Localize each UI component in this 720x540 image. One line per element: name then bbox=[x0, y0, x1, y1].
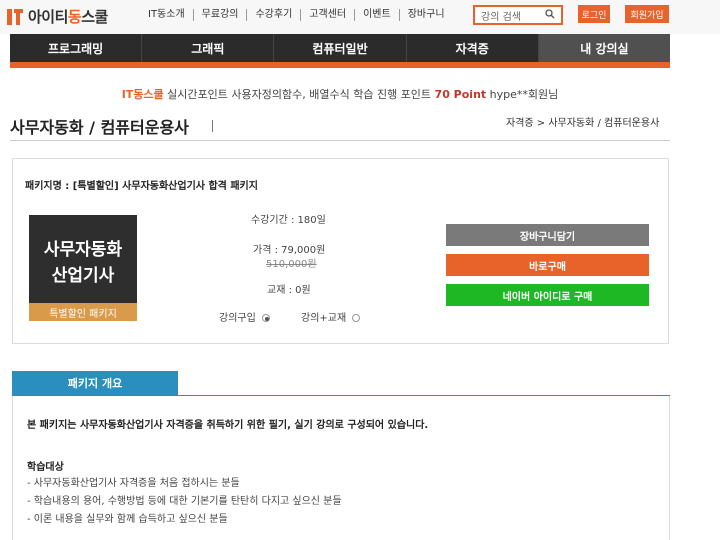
nav-graphics[interactable]: 그래픽 bbox=[142, 34, 275, 62]
top-link-support[interactable]: 고객센터 bbox=[301, 9, 356, 21]
option-lecture-textbook[interactable]: 강의+교재 bbox=[301, 309, 361, 324]
package-thumbnail: 사무자동화 산업기사 특별할인 패키지 bbox=[29, 215, 137, 321]
package-panel: 패키지명 : [특별할인] 사무자동화산업기사 합격 패키지 사무자동화 산업기… bbox=[12, 158, 669, 344]
search-icon[interactable] bbox=[545, 8, 555, 22]
title-rule bbox=[10, 140, 670, 141]
thumbnail-title-line1: 사무자동화 bbox=[43, 240, 123, 260]
top-link-events[interactable]: 이벤트 bbox=[355, 9, 400, 21]
option-lecture-label: 강의구입 bbox=[219, 313, 256, 324]
promo-banner: IT동스쿨 실시간포인트 사용자정의함수, 배열수식 학습 진행 포인트 70 … bbox=[0, 86, 680, 102]
package-period: 수강기간 : 180일 bbox=[251, 215, 326, 226]
top-links: IT동소개 무료강의 수강후기 고객센터 이벤트 장바구니 bbox=[140, 9, 453, 21]
top-header: 아이티동스쿨 IT동소개 무료강의 수강후기 고객센터 이벤트 장바구니 강의 … bbox=[0, 0, 720, 34]
breadcrumb[interactable]: 자격증 > 사무자동화 / 컴퓨터운용사 bbox=[506, 114, 659, 129]
package-price: 가격 : 79,000원 bbox=[253, 245, 326, 256]
top-link-about[interactable]: IT동소개 bbox=[140, 9, 194, 21]
top-link-cart[interactable]: 장바구니 bbox=[400, 9, 453, 21]
buy-now-button[interactable]: 바로구매 bbox=[446, 254, 649, 276]
logo-text: 아이티동스쿨 bbox=[28, 8, 108, 26]
top-link-free-lectures[interactable]: 무료강의 bbox=[194, 9, 248, 21]
thumbnail-title-line2: 산업기사 bbox=[51, 266, 115, 286]
promo-points: 70 Point bbox=[434, 88, 487, 101]
option-lecture[interactable]: 강의구입 bbox=[219, 309, 270, 324]
nav-my-classroom[interactable]: 내 강의실 bbox=[538, 34, 671, 62]
search-input[interactable]: 강의 검색 bbox=[473, 5, 563, 25]
nav-underline bbox=[10, 62, 670, 68]
nav-certificates[interactable]: 자격증 bbox=[407, 34, 539, 62]
thumbnail-badge: 특별할인 패키지 bbox=[29, 303, 137, 321]
promo-text: 실시간포인트 사용자정의함수, 배열수식 학습 진행 포인트 bbox=[163, 88, 435, 101]
package-textbook-price: 교재 : 0원 bbox=[267, 285, 311, 296]
package-original-price: 510,000원 bbox=[266, 259, 317, 270]
join-button[interactable]: 회원가입 bbox=[625, 5, 669, 23]
logo-icon bbox=[6, 7, 24, 27]
overview-panel: 본 패키지는 사무자동화산업기사 자격증을 취득하기 위한 필기, 실기 강의로… bbox=[12, 396, 670, 540]
naver-buy-button[interactable]: 네이버 아이디로 구매 bbox=[446, 284, 649, 306]
overview-target-title: 학습대상 bbox=[27, 462, 64, 473]
overview-target-item: - 학습내용의 용어, 수행방법 등에 대한 기본기를 탄탄히 다지고 싶으신 … bbox=[27, 496, 342, 507]
site-logo[interactable]: 아이티동스쿨 bbox=[6, 6, 108, 27]
nav-programming[interactable]: 프로그래밍 bbox=[10, 34, 143, 62]
search-placeholder: 강의 검색 bbox=[481, 11, 521, 23]
promo-brand: IT동스쿨 bbox=[121, 88, 164, 101]
promo-user: hype**회원님 bbox=[486, 88, 559, 101]
main-nav: 프로그래밍 그래픽 컴퓨터일반 자격증 내 강의실 bbox=[10, 34, 671, 62]
tab-package-overview[interactable]: 패키지 개요 bbox=[12, 371, 178, 395]
top-link-reviews[interactable]: 수강후기 bbox=[247, 9, 302, 21]
title-divider bbox=[212, 120, 213, 132]
package-name: 패키지명 : [특별할인] 사무자동화산업기사 합격 패키지 bbox=[25, 181, 258, 192]
overview-intro: 본 패키지는 사무자동화산업기사 자격증을 취득하기 위한 필기, 실기 강의로… bbox=[27, 420, 429, 431]
page-title: 사무자동화 / 컴퓨터운용사 bbox=[10, 118, 189, 137]
option-lecture-textbook-label: 강의+교재 bbox=[301, 313, 347, 324]
overview-target-item: - 사무자동화산업기사 자격증을 처음 접하시는 분들 bbox=[27, 478, 240, 489]
overview-target-item: - 이론 내용을 실무와 함께 습득하고 싶으신 분들 bbox=[27, 514, 228, 525]
option-lecture-radio[interactable] bbox=[261, 314, 270, 322]
add-to-cart-button[interactable]: 장바구니담기 bbox=[446, 224, 649, 246]
nav-computer-general[interactable]: 컴퓨터일반 bbox=[274, 34, 407, 62]
login-button[interactable]: 로그인 bbox=[578, 5, 610, 23]
option-lecture-textbook-radio[interactable] bbox=[352, 314, 361, 322]
